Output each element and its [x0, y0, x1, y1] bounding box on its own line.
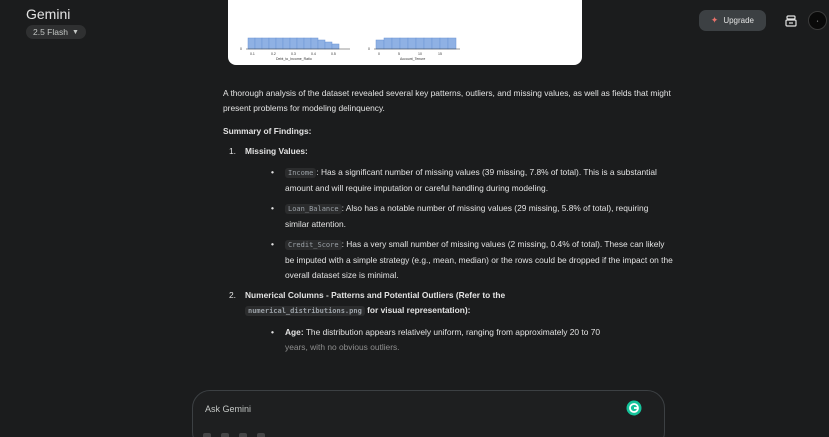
upgrade-button[interactable]: ✦ Upgrade: [698, 10, 766, 31]
bullet-text: : Has a very small number of missing val…: [285, 239, 673, 280]
hist-bar: [399, 37, 409, 50]
bullet-text: : Has a significant number of missing va…: [285, 167, 657, 193]
list-marker: 1.: [229, 146, 236, 156]
bullet-item: • Credit_Score: Has a very small number …: [271, 239, 673, 280]
hist-bar: [439, 37, 449, 50]
hist-bar: [275, 37, 284, 50]
hist-bar: [375, 39, 385, 50]
grammarly-icon[interactable]: [626, 400, 642, 416]
left-tick-label: 0.5: [331, 52, 336, 56]
model-selector[interactable]: 2.5 Flash ▼: [26, 25, 86, 39]
header-actions: ✦ Upgrade ●: [698, 10, 827, 31]
right-y0-label: 0: [368, 47, 370, 51]
hist-bar: [407, 37, 417, 50]
prompt-input[interactable]: Ask Gemini: [205, 404, 251, 414]
list-marker: 2.: [229, 290, 236, 300]
hist-bar: [447, 37, 457, 50]
chevron-down-icon: ▼: [71, 28, 79, 36]
section-heading: Missing Values:: [245, 146, 308, 156]
response-content: A thorough analysis of the dataset revea…: [223, 86, 673, 360]
bullet-item: • Income: Has a significant number of mi…: [271, 167, 657, 193]
right-tick-label: 0: [378, 52, 380, 56]
right-tick-label: 10: [418, 52, 422, 56]
code-span: numerical_distributions.png: [245, 306, 365, 316]
bullet-item: • Age: The distribution appears relative…: [271, 327, 601, 352]
hist-bar: [282, 37, 291, 50]
chart-image: 0 0.1 0.2 0.3 0.4 0.5 Debt_to_Income_Rat…: [228, 0, 582, 65]
hist-bar: [423, 37, 433, 50]
hist-bar: [268, 37, 277, 50]
left-y0-label: 0: [240, 47, 242, 51]
app-header: Gemini 2.5 Flash ▼: [26, 6, 86, 40]
app-title: Gemini: [26, 6, 71, 22]
summary-heading: Summary of Findings:: [223, 126, 312, 136]
canvas-icon[interactable]: [239, 433, 247, 437]
model-label: 2.5 Flash: [33, 27, 68, 37]
list-item: 2. Numerical Columns - Patterns and Pote…: [223, 288, 673, 355]
hist-bar: [391, 37, 401, 50]
bullet-text-faded: years, with no obvious outliers.: [285, 342, 400, 352]
input-toolbar: [203, 433, 265, 437]
left-x-axis-label: Debt_to_Income_Ratio: [276, 57, 312, 61]
right-x-axis-label: Account_Tenure: [400, 57, 425, 61]
right-tick-label: 15: [438, 52, 442, 56]
add-icon[interactable]: [203, 433, 211, 437]
left-tick-label: 0.4: [311, 52, 316, 56]
code-span: Income: [285, 168, 317, 178]
left-tick-label: 0.2: [271, 52, 276, 56]
hist-bar: [303, 37, 312, 50]
bullet-label: Age:: [285, 327, 304, 337]
code-span: Credit_Score: [285, 240, 342, 250]
tools-icon[interactable]: [221, 433, 229, 437]
code-span: Loan_Balance: [285, 204, 342, 214]
image-icon[interactable]: [257, 433, 265, 437]
hist-bar: [247, 37, 256, 50]
hist-bar: [261, 37, 270, 50]
hist-bar: [431, 37, 441, 50]
hist-bar: [331, 43, 340, 50]
right-histogram: [375, 37, 457, 50]
avatar[interactable]: ●: [808, 11, 827, 30]
hist-bar: [415, 37, 425, 50]
hist-bar: [289, 37, 298, 50]
sparkle-icon: ✦: [710, 15, 719, 25]
intro-paragraph: A thorough analysis of the dataset revea…: [223, 88, 671, 113]
left-tick-label: 0.1: [250, 52, 255, 56]
prompt-input-box[interactable]: Ask Gemini: [192, 390, 665, 437]
hist-bar: [383, 37, 393, 50]
hist-bar: [296, 37, 305, 50]
temporary-chat-icon[interactable]: [784, 14, 798, 28]
bullet-item: • Loan_Balance: Also has a notable numbe…: [271, 203, 649, 229]
hist-bar: [317, 39, 326, 50]
hist-bar: [310, 37, 319, 50]
right-tick-label: 5: [398, 52, 400, 56]
upgrade-label: Upgrade: [723, 16, 754, 25]
list-item: 1. Missing Values: • Income: Has a signi…: [223, 144, 673, 283]
section-heading: Numerical Columns - Patterns and Potenti…: [245, 290, 506, 316]
left-histogram: [247, 37, 340, 50]
left-tick-label: 0.3: [291, 52, 296, 56]
bullet-text: The distribution appears relatively unif…: [305, 327, 601, 337]
hist-bar: [254, 37, 263, 50]
hist-bar: [324, 41, 333, 50]
